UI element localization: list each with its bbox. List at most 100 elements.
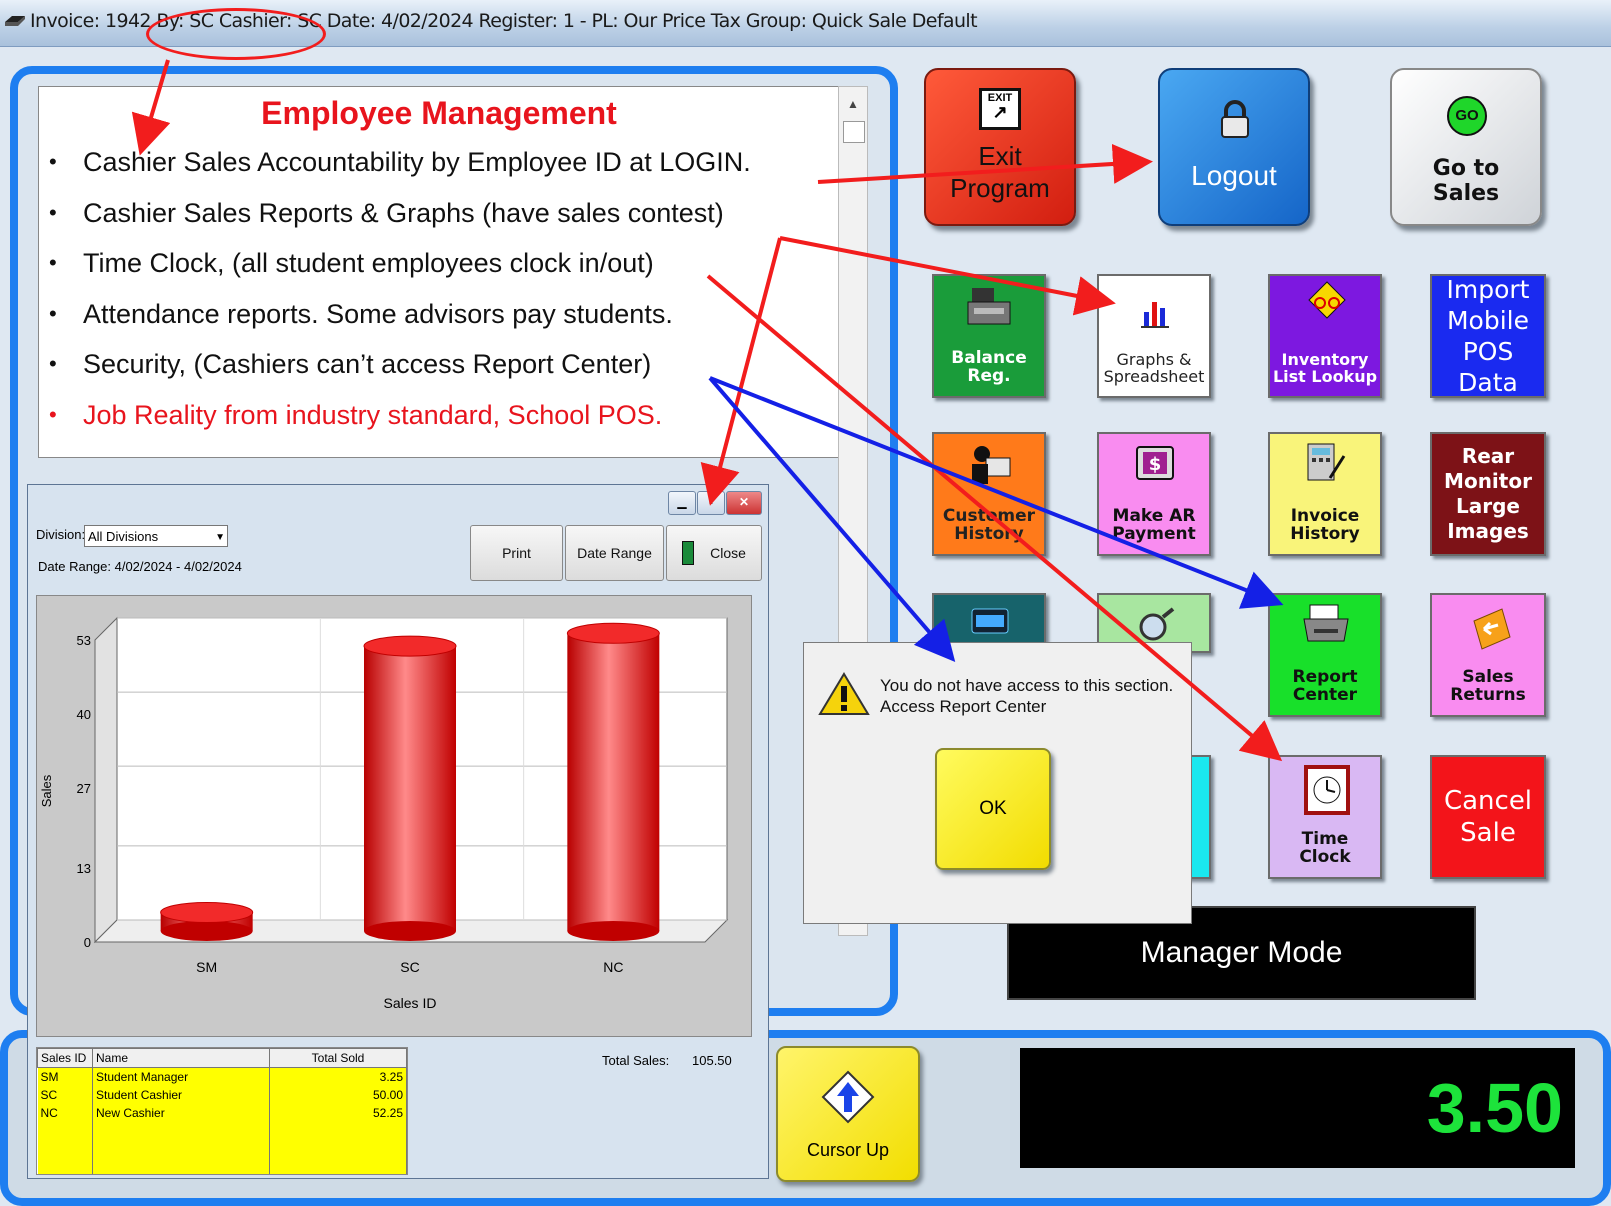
import-mobile-pos-label: Import Mobile POS Data — [1446, 275, 1530, 397]
typewriter-icon — [971, 608, 1009, 634]
y-axis-label: Sales — [39, 774, 54, 807]
return-arrow-icon — [1473, 608, 1511, 650]
chevron-down-icon[interactable]: ▼ — [215, 527, 225, 549]
import-mobile-pos-button[interactable]: Import Mobile POS Data — [1430, 274, 1546, 398]
ok-button[interactable]: OK — [935, 748, 1051, 870]
graphs-spreadsheet-button[interactable]: Graphs & Spreadsheet — [1097, 274, 1211, 398]
rear-monitor-button[interactable]: Rear Monitor Large Images — [1430, 432, 1546, 556]
alert-line-2: Access Report Center — [880, 697, 1047, 716]
table-row[interactable]: SM Student Manager 3.25 — [37, 1067, 407, 1086]
alert-line-1: You do not have access to this section. — [880, 676, 1174, 695]
chart-bar-top — [363, 635, 457, 657]
time-clock-button[interactable]: Time Clock — [1268, 755, 1382, 879]
date-range-button[interactable]: Date Range — [565, 525, 664, 581]
cell-total: 50.00 — [269, 1086, 407, 1104]
close-window-button[interactable]: ✕ — [726, 491, 762, 515]
y-tick-label: 27 — [77, 781, 91, 796]
y-tick-label: 0 — [84, 935, 91, 950]
cell-name: Student Manager — [92, 1067, 270, 1086]
table-row-empty — [37, 1122, 407, 1174]
invoice-history-label: Invoice History — [1290, 506, 1360, 545]
division-value: All Divisions — [88, 529, 159, 544]
col-header-total-sold[interactable]: Total Sold — [269, 1048, 407, 1068]
exit-icon: EXIT ↗ — [979, 88, 1021, 130]
customer-history-label: Customer History — [942, 506, 1036, 545]
bar-chart-icon — [1141, 302, 1169, 328]
warning-icon — [818, 672, 870, 715]
cell-name: New Cashier — [92, 1104, 270, 1122]
access-denied-dialog: You do not have access to this section. … — [803, 642, 1192, 924]
col-header-sales-id[interactable]: Sales ID — [37, 1048, 93, 1068]
alert-message: You do not have access to this section. … — [880, 675, 1173, 717]
cell-total: 3.25 — [269, 1067, 407, 1086]
total-sales-value: 105.50 — [692, 1053, 732, 1068]
logout-button[interactable]: Logout — [1158, 68, 1310, 226]
scroll-up-icon[interactable]: ▲ — [847, 97, 859, 111]
sales-returns-label: Sales Returns — [1450, 667, 1526, 706]
table-row[interactable]: SC Student Cashier 50.00 — [37, 1086, 407, 1104]
close-label: Close — [710, 545, 746, 561]
cursor-up-button[interactable]: Cursor Up — [776, 1046, 920, 1182]
magnifier-icon — [1139, 607, 1175, 641]
make-ar-payment-button[interactable]: $ Make AR Payment — [1097, 432, 1211, 556]
sales-table: Sales ID Name Total Sold SM Student Mana… — [36, 1047, 408, 1175]
go-to-sales-button[interactable]: GO Go to Sales — [1390, 68, 1542, 226]
report-center-button[interactable]: Report Center — [1268, 593, 1382, 717]
minimize-button[interactable]: ▁ — [668, 491, 696, 515]
cancel-sale-label: Cancel Sale — [1443, 786, 1533, 848]
exit-program-button[interactable]: EXIT ↗ Exit Program — [924, 68, 1076, 226]
rear-monitor-label: Rear Monitor Large Images — [1444, 444, 1532, 543]
printer-icon — [1303, 604, 1349, 642]
go-to-sales-label: Go to Sales — [1432, 156, 1500, 206]
inventory-lookup-button[interactable]: Inventory List Lookup — [1268, 274, 1382, 398]
notes-list: Cashier Sales Accountability by Employee… — [39, 137, 751, 440]
balance-reg-button[interactable]: Balance Reg. — [932, 274, 1046, 398]
app-icon — [5, 16, 25, 26]
y-tick-label: 53 — [77, 633, 91, 648]
graphs-spreadsheet-label: Graphs & Spreadsheet — [1103, 350, 1205, 387]
svg-text:$: $ — [1149, 454, 1162, 475]
note-item: Security, (Cashiers can’t access Report … — [49, 339, 751, 390]
note-item: Attendance reports. Some advisors pay st… — [49, 289, 751, 340]
note-item: Cashier Sales Reports & Graphs (have sal… — [49, 188, 751, 239]
cell-name: Student Cashier — [92, 1086, 270, 1104]
bike-sign-icon — [1308, 281, 1346, 319]
door-icon — [682, 541, 695, 565]
table-row[interactable]: NC New Cashier 52.25 — [37, 1104, 407, 1122]
note-item: Job Reality from industry standard, Scho… — [49, 390, 751, 441]
print-button[interactable]: Print — [470, 525, 563, 581]
annotation-ellipse — [146, 8, 326, 60]
note-item: Time Clock, (all student employees clock… — [49, 238, 751, 289]
chart-bar-top — [160, 901, 254, 923]
cell-total: 52.25 — [269, 1104, 407, 1122]
time-clock-label: Time Clock — [1299, 829, 1351, 868]
cell-sales-id: SC — [37, 1086, 93, 1104]
division-select[interactable]: All Divisions ▼ — [84, 525, 228, 547]
maximize-button[interactable]: ▫ — [697, 491, 725, 515]
clock-icon — [1304, 765, 1350, 815]
cancel-sale-button[interactable]: Cancel Sale — [1430, 755, 1546, 879]
customer-history-button[interactable]: Customer History — [932, 432, 1046, 556]
x-tick-label: SC — [400, 959, 419, 975]
customer-computer-icon — [972, 446, 1011, 484]
invoice-history-button[interactable]: Invoice History — [1268, 432, 1382, 556]
balance-reg-label: Balance Reg. — [951, 348, 1027, 387]
col-header-name[interactable]: Name — [92, 1048, 270, 1068]
x-axis-label: Sales ID — [384, 995, 437, 1011]
notes-heading: Employee Management — [261, 95, 617, 131]
division-label: Division: — [36, 527, 86, 542]
note-item: Cashier Sales Accountability by Employee… — [49, 137, 751, 188]
cursor-up-label: Cursor Up — [806, 1140, 890, 1160]
dollar-monitor-icon: $ — [1136, 446, 1174, 480]
exit-program-label: Exit Program — [950, 141, 1050, 203]
sales-report-window: ▁ ▫ ✕ Division: All Divisions ▼ Date Ran… — [27, 484, 769, 1179]
cash-register-icon — [967, 288, 1011, 325]
scroll-thumb[interactable] — [843, 121, 865, 143]
lock-icon — [1221, 100, 1249, 138]
sales-returns-button[interactable]: Sales Returns — [1430, 593, 1546, 717]
chart-bar-top — [566, 622, 660, 644]
sales-chart-svg: 0 13 27 40 53 SM SC NC Sales ID Sales — [39, 616, 729, 1011]
y-tick-label: 13 — [77, 861, 91, 876]
close-button[interactable]: Close — [666, 525, 762, 581]
total-display: 3.50 — [1020, 1048, 1575, 1168]
